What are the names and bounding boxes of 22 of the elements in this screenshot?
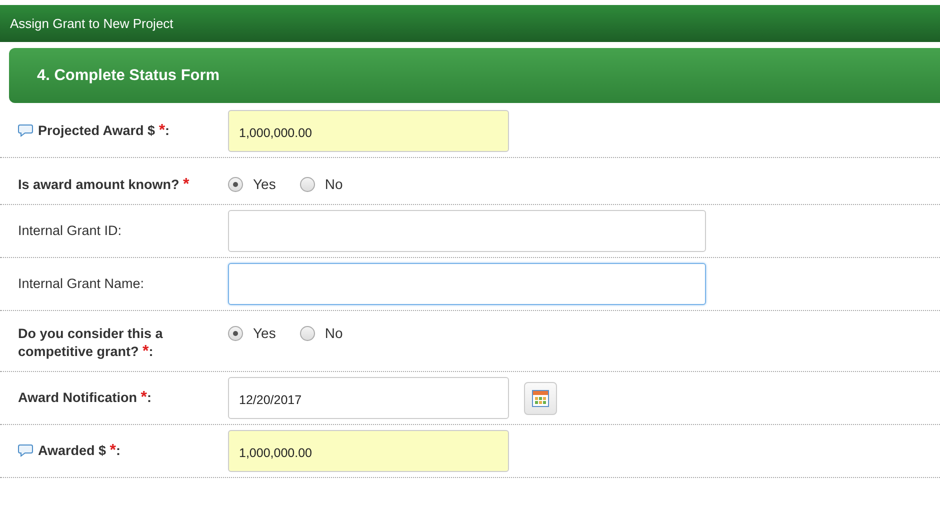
radio-option[interactable]: Yes bbox=[228, 176, 276, 192]
comment-icon[interactable] bbox=[18, 124, 33, 137]
field-label: Internal Grant ID: bbox=[18, 222, 122, 240]
field-label: Award Notification *: bbox=[18, 389, 152, 407]
calendar-button[interactable] bbox=[524, 382, 557, 414]
input-field[interactable]: 1,000,000.00 bbox=[228, 430, 509, 472]
field-label: Awarded $ *: bbox=[38, 442, 121, 460]
field-label: Projected Award $ *: bbox=[38, 122, 170, 140]
radio-option[interactable]: No bbox=[300, 176, 343, 192]
input-field[interactable] bbox=[228, 210, 706, 252]
field-label: Do you consider this a competitive grant? *: bbox=[18, 325, 164, 361]
section-title: 4. Complete Status Form bbox=[37, 66, 220, 84]
radio-option[interactable]: Yes bbox=[228, 325, 276, 341]
calendar-icon bbox=[532, 390, 549, 406]
input-field[interactable]: 1,000,000.00 bbox=[228, 110, 509, 152]
field-label: Is award amount known? * bbox=[18, 176, 190, 194]
radio-option[interactable]: No bbox=[300, 325, 343, 341]
input-field[interactable] bbox=[228, 263, 706, 305]
comment-icon[interactable] bbox=[18, 444, 33, 457]
date-field[interactable]: 12/20/2017 bbox=[228, 377, 509, 419]
field-label: Internal Grant Name: bbox=[18, 275, 144, 293]
window-title: Assign Grant to New Project bbox=[10, 16, 174, 31]
